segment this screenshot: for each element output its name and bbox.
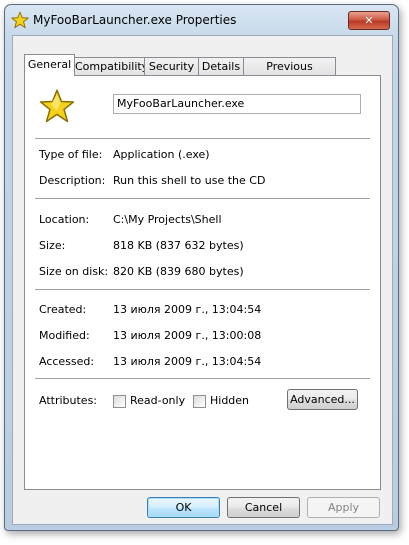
star-icon: [39, 89, 75, 123]
accessed-value: 13 июля 2009 г., 13:04:54: [113, 355, 262, 368]
accessed-label: Accessed:: [39, 355, 95, 368]
separator: [35, 378, 370, 379]
close-icon: ✕: [364, 14, 374, 27]
title-bar[interactable]: MyFooBarLauncher.exe Properties ✕: [5, 5, 398, 35]
type-value: Application (.exe): [113, 148, 210, 161]
size-on-disk-label: Size on disk:: [39, 265, 109, 278]
separator: [35, 289, 370, 290]
readonly-checkbox[interactable]: [113, 395, 126, 408]
created-label: Created:: [39, 303, 87, 316]
tab-security[interactable]: Security: [144, 57, 199, 75]
tab-details[interactable]: Details: [198, 57, 244, 75]
dialog-client: General Compatibility Security Details P…: [12, 35, 393, 525]
description-value: Run this shell to use the CD: [113, 174, 266, 187]
star-icon: [11, 11, 29, 29]
hidden-checkbox[interactable]: [193, 395, 206, 408]
modified-label: Modified:: [39, 329, 90, 342]
file-name-input[interactable]: [113, 94, 361, 114]
size-value: 818 KB (837 632 bytes): [113, 239, 244, 252]
size-label: Size:: [39, 239, 66, 252]
readonly-label[interactable]: Read-only: [130, 394, 185, 407]
ok-button[interactable]: OK: [147, 497, 220, 518]
general-panel: Type of file: Application (.exe) Descrip…: [24, 75, 381, 490]
size-on-disk-value: 820 KB (839 680 bytes): [113, 265, 244, 278]
advanced-button[interactable]: Advanced...: [287, 389, 358, 410]
modified-value: 13 июля 2009 г., 13:00:08: [113, 329, 262, 342]
separator: [35, 198, 370, 199]
close-button[interactable]: ✕: [348, 11, 390, 30]
hidden-label[interactable]: Hidden: [210, 394, 249, 407]
window-title: MyFooBarLauncher.exe Properties: [33, 13, 237, 27]
properties-window: MyFooBarLauncher.exe Properties ✕ Genera…: [4, 4, 399, 531]
attributes-label: Attributes:: [39, 394, 98, 407]
apply-button[interactable]: Apply: [307, 497, 380, 518]
tab-previous-versions[interactable]: Previous Versions: [243, 57, 336, 90]
tab-compatibility[interactable]: Compatibility: [74, 57, 148, 75]
separator: [35, 138, 370, 139]
location-value: C:\My Projects\Shell: [113, 213, 222, 226]
type-label: Type of file:: [39, 148, 103, 161]
description-label: Description:: [39, 174, 106, 187]
location-label: Location:: [39, 213, 90, 226]
tab-general[interactable]: General: [24, 54, 75, 76]
cancel-button[interactable]: Cancel: [227, 497, 300, 518]
created-value: 13 июля 2009 г., 13:04:54: [113, 303, 262, 316]
